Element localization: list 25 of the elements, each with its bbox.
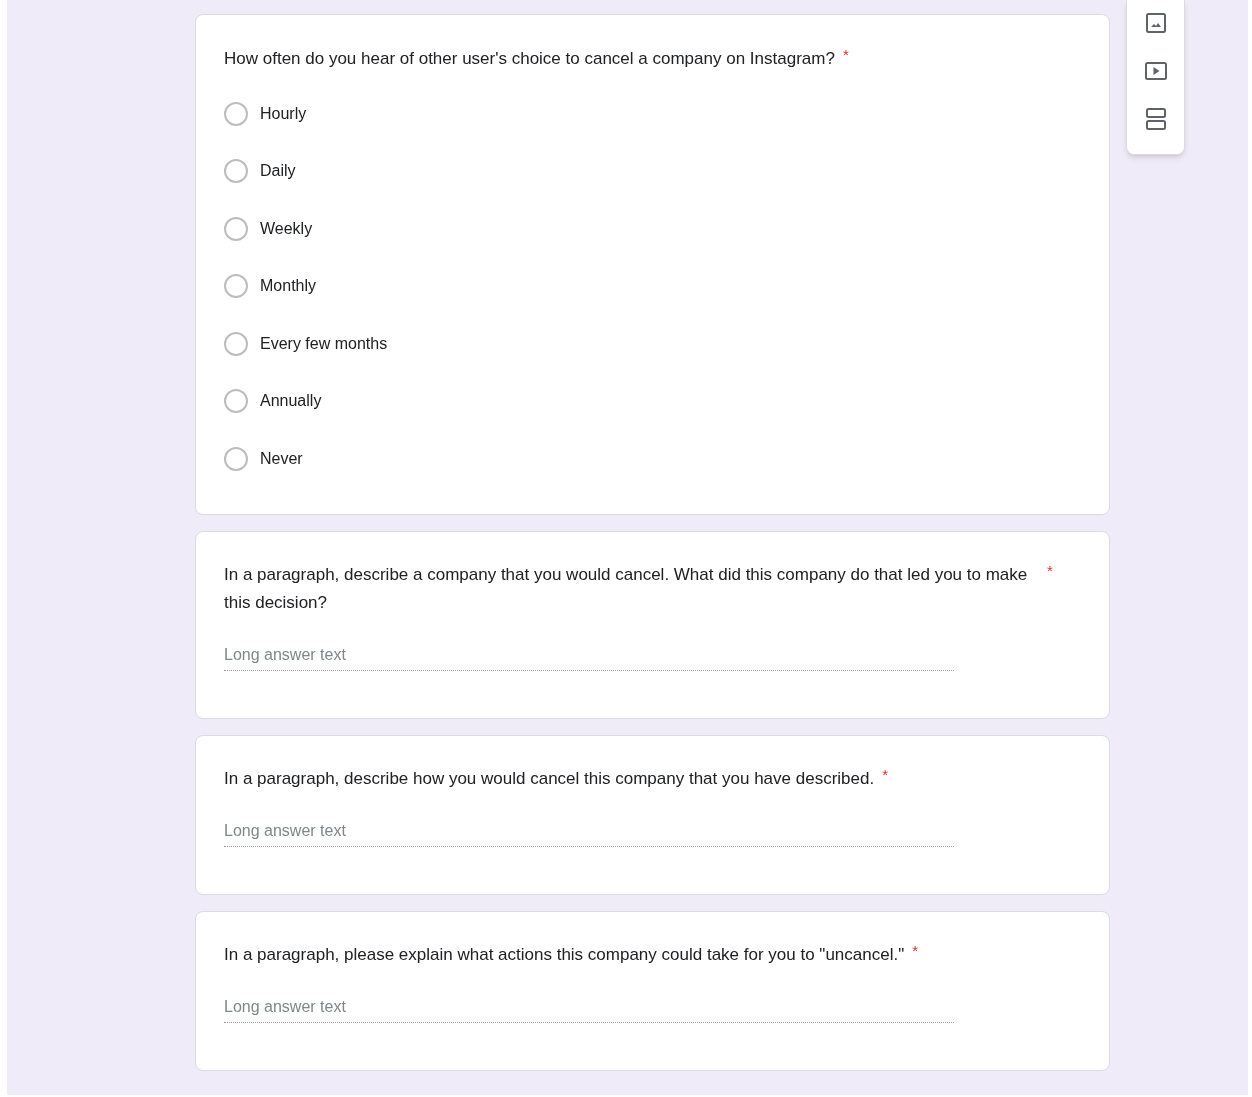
radio-button[interactable]: [224, 389, 248, 414]
option-label: Daily: [260, 161, 296, 182]
option-label: Monthly: [260, 276, 317, 297]
question-title: How often do you hear of other user's choice to cancel a company on Instagram?: [224, 48, 835, 70]
required-asterisk: *: [882, 764, 888, 785]
option-label: Weekly: [260, 218, 313, 239]
radio-button[interactable]: [224, 274, 248, 299]
question-title: In a paragraph, describe how you would cancel this company that you have described.: [224, 767, 875, 790]
radio-button[interactable]: [224, 159, 248, 184]
question-title: In a paragraph, describe a company that you would cancel. What did this company do that led you to make this decision?: [224, 563, 1029, 614]
required-asterisk: *: [842, 45, 849, 65]
radio-button[interactable]: [224, 216, 248, 241]
required-asterisk: *: [1047, 560, 1053, 581]
option-label: Never: [260, 448, 303, 469]
video-icon: [1143, 61, 1168, 81]
option-label: Hourly: [260, 103, 307, 124]
question-title: In a paragraph, please explain what actions this company could take for you to "uncancel.": [224, 943, 905, 966]
radio-button[interactable]: [224, 101, 248, 126]
image-icon: [1144, 12, 1167, 34]
section-icon: [1144, 107, 1167, 131]
radio-button[interactable]: [224, 446, 248, 471]
required-asterisk: *: [912, 940, 919, 961]
option-label: Annually: [260, 391, 322, 412]
radio-button[interactable]: [224, 331, 248, 356]
option-label: Every few months: [260, 333, 388, 354]
